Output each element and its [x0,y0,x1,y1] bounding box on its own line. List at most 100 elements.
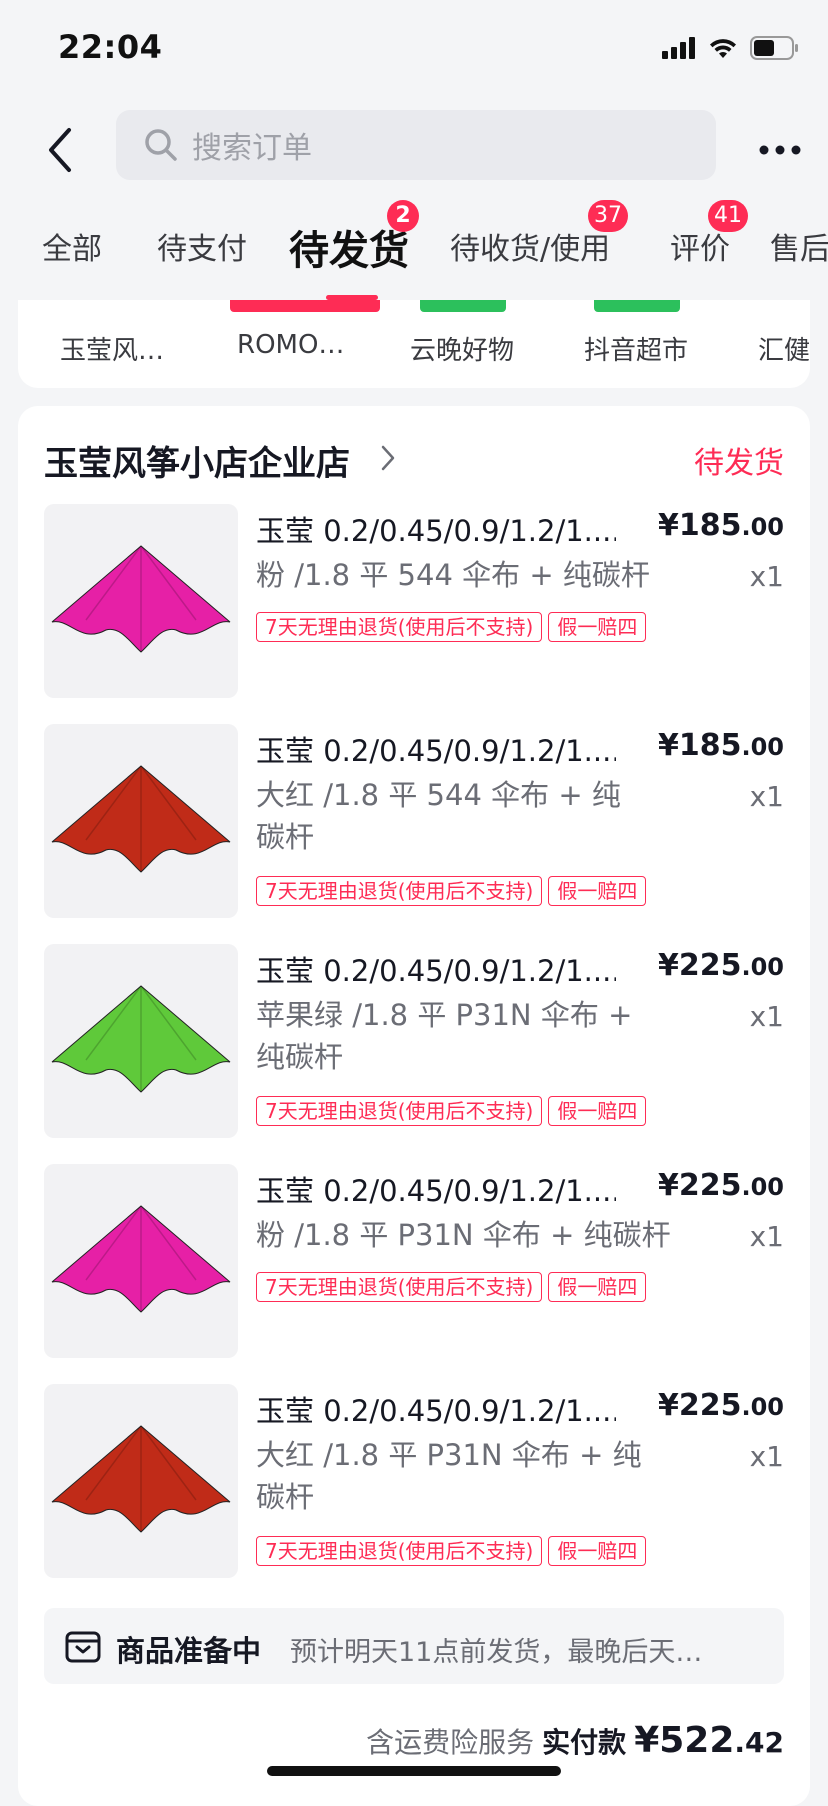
shop-item[interactable]: 玉莹风… [60,330,164,367]
price-integer: ¥185 [657,508,742,543]
price-integer: ¥225 [657,1388,742,1423]
service-tags: 7天无理由退货(使用后不支持) 假一赔四 [256,1536,647,1566]
shop-item[interactable]: 汇健 [758,330,810,367]
price-integer: ¥225 [657,1168,742,1203]
product-title: 玉莹 0.2/0.45/0.9/1.2/1.... [256,514,616,548]
guarantee-tag: 假一赔四 [548,876,647,906]
tab-badge: 41 [708,200,748,232]
header: 搜索订单 [0,100,828,200]
shop-item[interactable]: 云晚好物 [410,330,514,367]
price-decimal: .00 [741,953,784,981]
product-image[interactable] [44,724,238,918]
tab-pending-receipt[interactable]: 待收货/使用 37 [450,200,628,268]
service-tags: 7天无理由退货(使用后不支持) 假一赔四 [256,876,647,906]
home-indicator[interactable] [267,1766,561,1776]
guarantee-tag: 假一赔四 [548,1096,647,1126]
store-header[interactable]: 玉莹风筝小店企业店 待发货 [44,434,784,484]
product-spec: 大红 /1.8 平 544 伞布 + 纯碳杆 [256,778,621,854]
shop-live-chip [230,300,380,312]
total-integer: ¥522 [634,1720,735,1761]
cellular-signal-icon [662,37,695,59]
back-button[interactable] [30,120,90,180]
product-price: ¥185.00 [658,728,784,763]
guarantee-tag: 假一赔四 [548,1272,647,1302]
price-integer: ¥185 [657,728,742,763]
tab-pending-shipment[interactable]: 待发货 2 [289,200,419,276]
tab-label: 售后 [770,232,828,267]
tab-pending-payment[interactable]: 待支付 [157,224,247,268]
product-quantity: x1 [749,1440,784,1473]
more-dots-icon [759,145,801,155]
search-bar[interactable]: 搜索订单 [116,110,716,180]
tab-label: 待支付 [157,232,247,267]
order-total: 含运费险服务 实付款 ¥522.42 [366,1720,784,1761]
total-label: 实付款 [542,1726,627,1759]
wifi-icon [710,39,736,58]
price-decimal: .00 [741,733,784,761]
service-tags: 7天无理由退货(使用后不支持) 假一赔四 [256,612,647,642]
battery-icon [750,36,798,60]
shipping-status-bar[interactable]: 商品准备中 预计明天11点前发货，最晚后天… [44,1608,784,1684]
tab-reviews[interactable]: 评价 41 [670,200,748,268]
search-icon [142,126,180,164]
product-image[interactable] [44,944,238,1138]
product-title: 玉莹 0.2/0.45/0.9/1.2/1.... [256,1394,616,1428]
product-title: 玉莹 0.2/0.45/0.9/1.2/1.... [256,734,616,768]
shipping-insurance-note: 含运费险服务 [366,1726,535,1759]
search-placeholder: 搜索订单 [192,131,312,166]
shipping-status-title: 商品准备中 [116,1634,262,1668]
return-policy-tag: 7天无理由退货(使用后不支持) [256,612,543,642]
store-name[interactable]: 玉莹风筝小店企业店 [44,436,350,485]
product-price: ¥225.00 [658,948,784,983]
price-integer: ¥225 [657,948,742,983]
product-price: ¥225.00 [658,1388,784,1423]
price-decimal: .00 [741,1173,784,1201]
kite-image [51,1205,231,1313]
product-spec: 粉 /1.8 平 P31N 伞布 + 纯碳杆 [256,1218,671,1252]
status-time: 22:04 [58,28,163,66]
status-bar: 22:04 [0,0,828,100]
product-quantity: x1 [749,780,784,813]
product-title: 玉莹 0.2/0.45/0.9/1.2/1.... [256,1174,616,1208]
service-tags: 7天无理由退货(使用后不支持) 假一赔四 [256,1272,647,1302]
product-spec: 苹果绿 /1.8 平 P31N 伞布 + 纯碳杆 [256,998,633,1074]
tab-all[interactable]: 全部 [42,224,102,268]
shops-strip: 玉莹风… ROMO… 云晚好物 抖音超市 汇健 [18,300,810,388]
price-decimal: .00 [741,1393,784,1421]
product-title: 玉莹 0.2/0.45/0.9/1.2/1.... [256,954,616,988]
guarantee-tag: 假一赔四 [548,1536,647,1566]
shipping-estimate: 预计明天11点前发货，最晚后天… [290,1637,703,1668]
order-item[interactable]: 玉莹 0.2/0.45/0.9/1.2/1.... ¥185.00 粉 /1.8… [44,504,784,700]
tab-badge: 37 [588,200,628,232]
return-policy-tag: 7天无理由退货(使用后不支持) [256,1272,543,1302]
order-item[interactable]: 玉莹 0.2/0.45/0.9/1.2/1.... ¥225.00 苹果绿 /1… [44,944,784,1140]
product-image[interactable] [44,1384,238,1578]
guarantee-tag: 假一赔四 [548,612,647,642]
order-tabs: 全部 待支付 待发货 2 待收货/使用 37 评价 41 售后 [0,200,828,300]
product-quantity: x1 [749,1220,784,1253]
product-image[interactable] [44,504,238,698]
return-policy-tag: 7天无理由退货(使用后不支持) [256,1096,543,1126]
status-icons [662,36,800,60]
order-card[interactable]: 玉莹风筝小店企业店 待发货 玉莹 0.2/0.45/0.9/1.2/1.... … [18,406,810,1806]
shop-item[interactable]: ROMO… [237,330,344,360]
order-status: 待发货 [694,446,784,481]
order-item[interactable]: 玉莹 0.2/0.45/0.9/1.2/1.... ¥185.00 大红 /1.… [44,724,784,920]
product-quantity: x1 [749,1000,784,1033]
tab-label: 待发货 [289,228,409,274]
total-decimal: .42 [734,1726,784,1759]
order-item[interactable]: 玉莹 0.2/0.45/0.9/1.2/1.... ¥225.00 大红 /1.… [44,1384,784,1580]
tab-label: 评价 [670,232,730,267]
tab-after-sales[interactable]: 售后 [770,224,828,268]
product-image[interactable] [44,1164,238,1358]
product-quantity: x1 [749,560,784,593]
chevron-left-icon [49,128,71,172]
shop-item[interactable]: 抖音超市 [584,330,688,367]
kite-image [51,765,231,873]
price-decimal: .00 [741,513,784,541]
tab-badge: 2 [387,200,419,232]
product-spec: 粉 /1.8 平 544 伞布 + 纯碳杆 [256,558,650,592]
more-button[interactable] [750,120,810,180]
order-item[interactable]: 玉莹 0.2/0.45/0.9/1.2/1.... ¥225.00 粉 /1.8… [44,1164,784,1360]
kite-image [51,1425,231,1533]
